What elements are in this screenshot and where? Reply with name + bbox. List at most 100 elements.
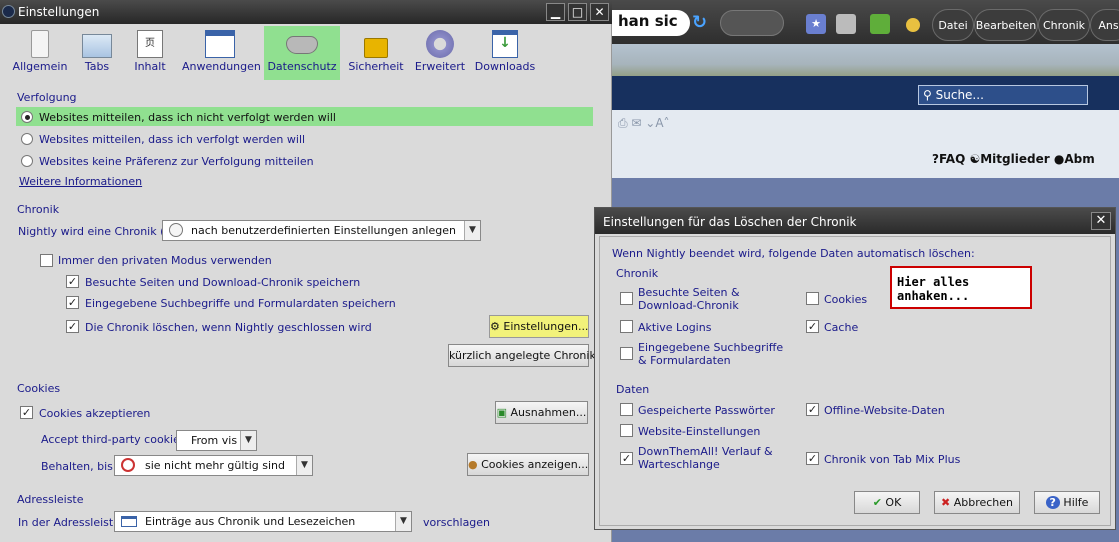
category-allgemein[interactable]: Allgemein	[12, 26, 68, 80]
dialog-close-button[interactable]: ✕	[1091, 212, 1111, 230]
searches-checkbox[interactable]: ✓	[66, 296, 79, 309]
gear-icon	[426, 30, 454, 58]
dialog-visited-checkbox[interactable]	[620, 292, 633, 305]
nav-faq-link[interactable]: FAQ	[939, 152, 965, 166]
menu-chronik[interactable]: Chronik	[1038, 9, 1090, 41]
dialog-downthemall-label[interactable]: DownThemAll! Verlauf & Warteschlange	[638, 445, 788, 471]
nav-logout-link[interactable]: Abm	[1064, 152, 1094, 166]
exceptions-button[interactable]: ▣ Ausnahmen...	[495, 401, 588, 424]
logout-icon: ●	[1053, 152, 1065, 166]
show-cookies-button[interactable]: ● Cookies anzeigen...	[467, 453, 589, 476]
category-anwendungen[interactable]: Anwendungen	[182, 26, 261, 80]
address-bar-label: In der Adressleiste	[18, 516, 120, 529]
dialog-cookies-checkbox[interactable]	[806, 292, 819, 305]
tracking-option-0[interactable]: Websites mitteilen, dass ich nicht verfo…	[39, 111, 336, 124]
dialog-cache-label[interactable]: Cache	[824, 321, 858, 334]
dialog-passwords-label[interactable]: Gespeicherte Passwörter	[638, 404, 775, 417]
menu-bearbeiten[interactable]: Bearbeiten	[974, 9, 1038, 41]
category-erweitert[interactable]: Erweitert	[414, 26, 466, 80]
dialog-history-heading: Chronik	[616, 267, 659, 280]
exceptions-icon: ▣	[496, 406, 508, 419]
print-icon[interactable]	[836, 14, 856, 34]
clear-on-close-checkbox[interactable]: ✓	[66, 320, 79, 333]
cookie-icon: ●	[468, 458, 478, 471]
reload-icon[interactable]: ↻	[692, 12, 714, 34]
dialog-body: Wenn Nightly beendet wird, folgende Date…	[599, 236, 1111, 526]
history-mode-value: nach benutzerdefinierten Einstellungen a…	[191, 224, 456, 237]
tracking-radio-2[interactable]	[21, 155, 33, 167]
calendar-icon	[205, 30, 235, 58]
help-icon: ?	[1045, 496, 1060, 509]
history-settings-button[interactable]: ⚙ Einstellungen...	[489, 315, 589, 338]
maximize-button[interactable]: □	[568, 3, 587, 21]
dialog-site-settings-label[interactable]: Website-Einstellungen	[638, 425, 760, 438]
chevron-down-icon[interactable]: ▼	[296, 456, 312, 475]
tracking-radio-1[interactable]	[21, 133, 33, 145]
close-button[interactable]: ✕	[590, 3, 609, 21]
private-mode-checkbox[interactable]	[40, 254, 53, 267]
back-forward-icon[interactable]	[720, 10, 784, 36]
dialog-cache-checkbox[interactable]: ✓	[806, 320, 819, 333]
dialog-passwords-checkbox[interactable]	[620, 403, 633, 416]
keep-until-value: sie nicht mehr gültig sind	[145, 459, 285, 472]
searches-label[interactable]: Eingegebene Suchbegriffe und Formulardat…	[85, 297, 396, 310]
dialog-intro: Wenn Nightly beendet wird, folgende Date…	[612, 247, 975, 260]
settings-window: Einstellungen ▁ □ ✕ Allgemein Tabs 页 Inh…	[0, 0, 612, 542]
category-downloads[interactable]: ↓ Downloads	[474, 26, 536, 80]
menu-ansicht[interactable]: Ansi	[1090, 9, 1119, 41]
dialog-logins-label[interactable]: Aktive Logins	[638, 321, 711, 334]
minimize-button[interactable]: ▁	[546, 3, 565, 21]
bookmark-star-icon[interactable]: ★	[806, 14, 826, 34]
tracking-option-2[interactable]: Websites keine Präferenz zur Verfolgung …	[39, 155, 314, 168]
dialog-logins-checkbox[interactable]	[620, 320, 633, 333]
tracking-option-1[interactable]: Websites mitteilen, dass ich verfolgt we…	[39, 133, 305, 146]
dialog-help-button[interactable]: ? Hilfe	[1034, 491, 1100, 514]
third-party-select[interactable]: From vis ▼	[176, 430, 257, 451]
chevron-down-icon[interactable]: ▼	[395, 512, 411, 531]
more-info-link[interactable]: Weitere Informationen	[19, 175, 142, 188]
smiley-icon[interactable]	[906, 18, 920, 32]
menu-datei[interactable]: Datei	[932, 9, 974, 41]
recent-history-button[interactable]: kürzlich angelegte Chronik	[448, 344, 596, 367]
chevron-down-icon[interactable]: ▼	[240, 431, 256, 450]
category-datenschutz[interactable]: Datenschutz	[264, 26, 340, 80]
dialog-tabmix-checkbox[interactable]: ✓	[806, 452, 819, 465]
clear-on-close-label[interactable]: Die Chronik löschen, wenn Nightly geschl…	[85, 321, 372, 334]
dialog-cancel-button[interactable]: ✖ Abbrechen	[934, 491, 1020, 514]
dialog-downthemall-checkbox[interactable]: ✓	[620, 452, 633, 465]
accept-cookies-label[interactable]: Cookies akzeptieren	[39, 407, 150, 420]
category-sicherheit[interactable]: Sicherheit	[348, 26, 404, 80]
visited-checkbox[interactable]: ✓	[66, 275, 79, 288]
clear-history-dialog: Einstellungen für das Löschen der Chroni…	[594, 207, 1116, 530]
dialog-offline-label[interactable]: Offline-Website-Daten	[824, 404, 945, 417]
clock-icon	[169, 223, 183, 237]
puzzle-icon[interactable]	[870, 14, 890, 34]
search-icon: ⚲	[923, 88, 932, 102]
address-bar-select[interactable]: Einträge aus Chronik und Lesezeichen ▼	[114, 511, 412, 532]
gear-icon: ⚙	[490, 320, 500, 333]
accept-cookies-checkbox[interactable]: ✓	[20, 406, 33, 419]
private-mode-label[interactable]: Immer den privaten Modus verwenden	[58, 254, 272, 267]
category-tabs[interactable]: Tabs	[72, 26, 122, 80]
keep-until-select[interactable]: sie nicht mehr gültig sind ▼	[114, 455, 313, 476]
dialog-tabmix-label[interactable]: Chronik von Tab Mix Plus	[824, 453, 960, 466]
visited-label[interactable]: Besuchte Seiten und Download-Chronik spe…	[85, 276, 360, 289]
switch-icon	[31, 30, 49, 58]
category-label: Tabs	[84, 60, 110, 73]
dialog-cookies-label[interactable]: Cookies	[824, 293, 867, 306]
nav-members-link[interactable]: Mitglieder	[980, 152, 1049, 166]
dialog-offline-checkbox[interactable]: ✓	[806, 403, 819, 416]
category-inhalt[interactable]: 页 Inhalt	[126, 26, 174, 80]
dialog-searches-checkbox[interactable]	[620, 347, 633, 360]
dialog-searches-label[interactable]: Eingegebene Suchbegriffe & Formulardaten	[638, 341, 788, 367]
dialog-ok-button[interactable]: ✔ OK	[854, 491, 920, 514]
history-mode-select[interactable]: nach benutzerdefinierten Einstellungen a…	[162, 220, 481, 241]
dialog-site-settings-checkbox[interactable]	[620, 424, 633, 437]
forum-search-input[interactable]: ⚲ Suche...	[918, 85, 1088, 105]
chevron-down-icon[interactable]: ▼	[464, 221, 480, 240]
dialog-visited-label[interactable]: Besuchte Seiten & Download-Chronik	[638, 286, 788, 312]
tracking-radio-0[interactable]	[21, 111, 33, 123]
address-bar-suffix: vorschlagen	[423, 516, 491, 529]
dialog-help-label: Hilfe	[1063, 496, 1089, 509]
url-bar[interactable]: han sic	[612, 10, 690, 36]
